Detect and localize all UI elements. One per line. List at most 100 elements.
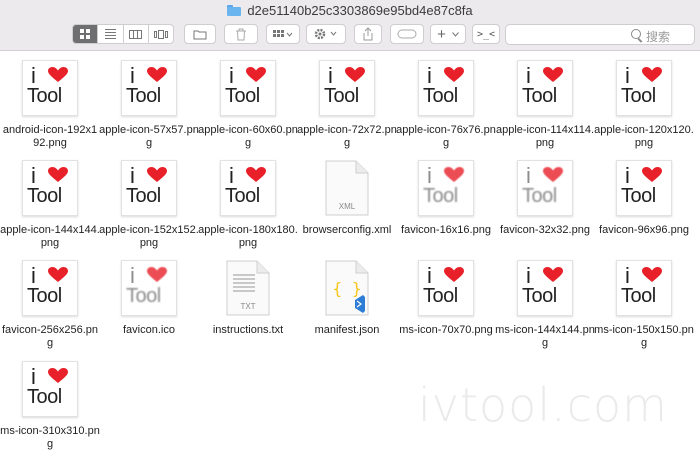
doc-badge-label: XML [339,202,356,211]
heart-icon [444,267,464,283]
gallery-icon [153,29,168,39]
file-thumbnail: i Tool [616,260,672,316]
heart-icon [345,67,365,83]
logo-word: Tool [27,85,62,107]
logo-word: Tool [621,285,656,307]
chevron-down-icon [451,31,459,37]
heart-icon [642,167,662,183]
heart-icon [543,67,563,83]
logo-word: Tool [522,85,557,107]
arrange-grid-icon [273,30,293,37]
heart-icon [48,67,68,83]
terminal-button[interactable]: >_< [472,24,500,44]
list-view-button[interactable] [98,25,124,43]
share-icon [363,27,373,41]
title-bar: d2e51140b25c3303869e95bd4e87c8fa [0,0,700,20]
add-button[interactable]: + [430,24,466,44]
heart-icon [147,67,167,83]
file-thumbnail: i Tool [418,160,474,216]
logo-word: Tool [126,185,161,207]
file-name: favicon.ico [123,324,175,336]
file-thumbnail: i Tool [517,60,573,116]
heart-icon [246,167,266,183]
logo-word: Tool [27,386,62,408]
file-thumbnail: i Tool [418,60,474,116]
heart-icon [543,167,563,183]
logo-word: Tool [423,185,458,207]
file-thumbnail: i Tool [517,260,573,316]
list-icon [104,29,116,39]
file-thumbnail: i Tool [22,160,78,216]
file-name: ms-icon-70x70.png [399,324,493,336]
file-thumbnail: i Tool [616,160,672,216]
heart-icon [48,368,68,384]
heart-icon [147,267,167,283]
heart-icon [642,267,662,283]
file-thumbnail: i Tool [220,60,276,116]
file-name: apple-icon-144x144.png [0,224,100,249]
file-name: favicon-16x16.png [401,224,491,236]
heart-icon [48,267,68,283]
heart-icon [543,267,563,283]
gear-icon [314,28,337,40]
file-name: favicon-32x32.png [500,224,590,236]
folder-outline-icon [193,30,207,39]
file-name: apple-icon-120x120.png [594,124,694,149]
trash-button[interactable] [224,24,258,44]
heart-icon [444,167,464,183]
heart-icon [444,67,464,83]
file-name: browserconfig.xml [302,224,392,236]
heart-icon [48,167,68,183]
share-button[interactable] [354,24,382,44]
window-title: d2e51140b25c3303869e95bd4e87c8fa [227,2,473,18]
action-button[interactable] [306,24,346,44]
file-thumbnail: i Tool [22,60,78,116]
columns-icon [129,29,143,39]
icon-view-button[interactable] [73,25,99,43]
logo-word: Tool [126,85,161,107]
new-folder-button[interactable] [184,24,216,44]
toolbar: + >_< 搜索 [0,20,700,51]
logo-word: Tool [324,85,359,107]
folder-icon [227,4,242,16]
file-name: manifest.json [314,324,380,336]
file-name: apple-icon-180x180.png [198,224,298,249]
logo-word: Tool [27,185,62,207]
file-name: ms-icon-144x144.png [495,324,595,349]
file-name: favicon-96x96.png [599,224,689,236]
file-name: ms-icon-310x310.png [0,425,100,450]
logo-word: Tool [423,285,458,307]
grid-icon [80,29,91,39]
file-name: apple-icon-72x72.png [297,124,397,149]
logo-word: Tool [522,185,557,207]
file-name: apple-icon-114x114.png [495,124,595,149]
file-thumbnail: i Tool [22,361,78,417]
plus-icon: + [437,25,446,43]
document-icon: { } [325,260,369,316]
file-thumbnail: i Tool [22,260,78,316]
file-thumbnail: i Tool [121,160,177,216]
gallery-view-button[interactable] [149,25,173,43]
heart-icon [642,67,662,83]
file-thumbnail: i Tool [121,260,177,316]
logo-word: Tool [621,85,656,107]
search-input[interactable]: 搜索 [505,24,695,45]
search-placeholder: 搜索 [646,30,671,44]
trash-icon [236,28,246,40]
document-icon: XML [325,160,369,216]
document-icon: TXT [226,260,270,316]
arrange-button[interactable] [266,24,300,44]
heart-icon [147,167,167,183]
file-name: instructions.txt [212,324,284,336]
tags-button[interactable] [390,24,424,44]
window-title-text: d2e51140b25c3303869e95bd4e87c8fa [247,2,473,18]
search-icon [631,29,641,39]
file-name: ms-icon-150x150.png [594,324,694,349]
file-thumbnail: i Tool [319,60,375,116]
logo-word: Tool [522,285,557,307]
view-mode-group [72,24,174,44]
doc-badge-label: TXT [240,302,255,311]
file-thumbnail: i Tool [616,60,672,116]
column-view-button[interactable] [124,25,149,43]
terminal-icon: >_< [476,28,496,40]
